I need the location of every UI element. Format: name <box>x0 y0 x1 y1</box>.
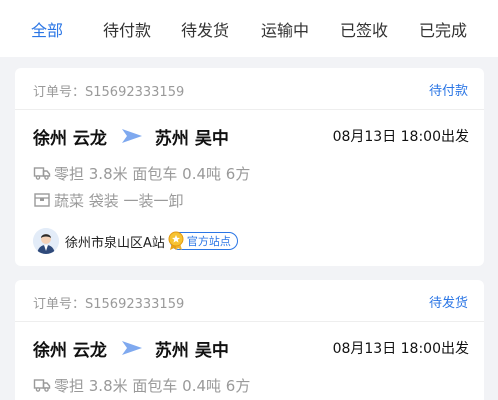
order-number: 订单号：S15692333159 <box>33 85 185 100</box>
cargo-info: 蔬菜 袋装 一装一卸 <box>33 189 184 211</box>
medal-icon <box>168 231 184 250</box>
order-card[interactable]: 订单号：S15692333159 待付款 徐州 云龙 苏州 吴中 08月13日 … <box>15 68 484 266</box>
order-card-header: 订单号：S15692333159 待发货 <box>15 280 484 322</box>
user-avatar <box>33 228 59 254</box>
route-destination: 苏州 吴中 <box>154 128 229 149</box>
vehicle-text: 零担 3.8米 面包车 0.4吨 6方 <box>54 376 251 395</box>
arrow-right-icon <box>121 129 142 143</box>
arrow-right-icon <box>121 341 142 355</box>
cargo-text: 蔬菜 袋装 一装一卸 <box>54 191 184 210</box>
station-name: 徐州市泉山区A站 <box>65 235 165 251</box>
order-route: 徐州 云龙 苏州 吴中 <box>33 123 229 149</box>
vehicle-text: 零担 3.8米 面包车 0.4吨 6方 <box>54 164 251 183</box>
tab-completed[interactable]: 已完成 <box>419 17 467 41</box>
route-origin: 徐州 云龙 <box>33 128 107 149</box>
order-status-tabs: 全部 待付款 待发货 运输中 已签收 已完成 <box>0 0 498 57</box>
tab-all[interactable]: 全部 <box>31 17 63 41</box>
order-status: 待付款 <box>428 84 468 99</box>
departure-time: 08月13日 18:00出发 <box>332 129 469 145</box>
truck-icon <box>33 379 51 392</box>
vehicle-info: 零担 3.8米 面包车 0.4吨 6方 <box>33 374 250 396</box>
official-station-badge: 官方站点 <box>168 231 238 250</box>
vehicle-info: 零担 3.8米 面包车 0.4吨 6方 <box>33 162 250 184</box>
order-card-header: 订单号：S15692333159 待付款 <box>15 68 484 110</box>
order-route: 徐州 云龙 苏州 吴中 <box>33 335 229 361</box>
truck-icon <box>33 167 51 180</box>
tab-signed[interactable]: 已签收 <box>340 17 388 41</box>
badge-label: 官方站点 <box>186 235 231 248</box>
route-destination: 苏州 吴中 <box>154 340 229 361</box>
tab-pending-shipment[interactable]: 待发货 <box>181 17 229 41</box>
order-status: 待发货 <box>428 296 468 311</box>
box-icon <box>34 193 50 207</box>
tab-pending-payment[interactable]: 待付款 <box>103 17 151 41</box>
route-origin: 徐州 云龙 <box>33 340 107 361</box>
departure-time: 08月13日 18:00出发 <box>332 341 469 357</box>
order-card[interactable]: 订单号：S15692333159 待发货 徐州 云龙 苏州 吴中 08月13日 … <box>15 280 484 400</box>
tab-in-transit[interactable]: 运输中 <box>261 17 309 41</box>
station-info[interactable]: 徐州市泉山区A站 官方站点 <box>33 228 238 254</box>
order-number: 订单号：S15692333159 <box>33 297 185 312</box>
